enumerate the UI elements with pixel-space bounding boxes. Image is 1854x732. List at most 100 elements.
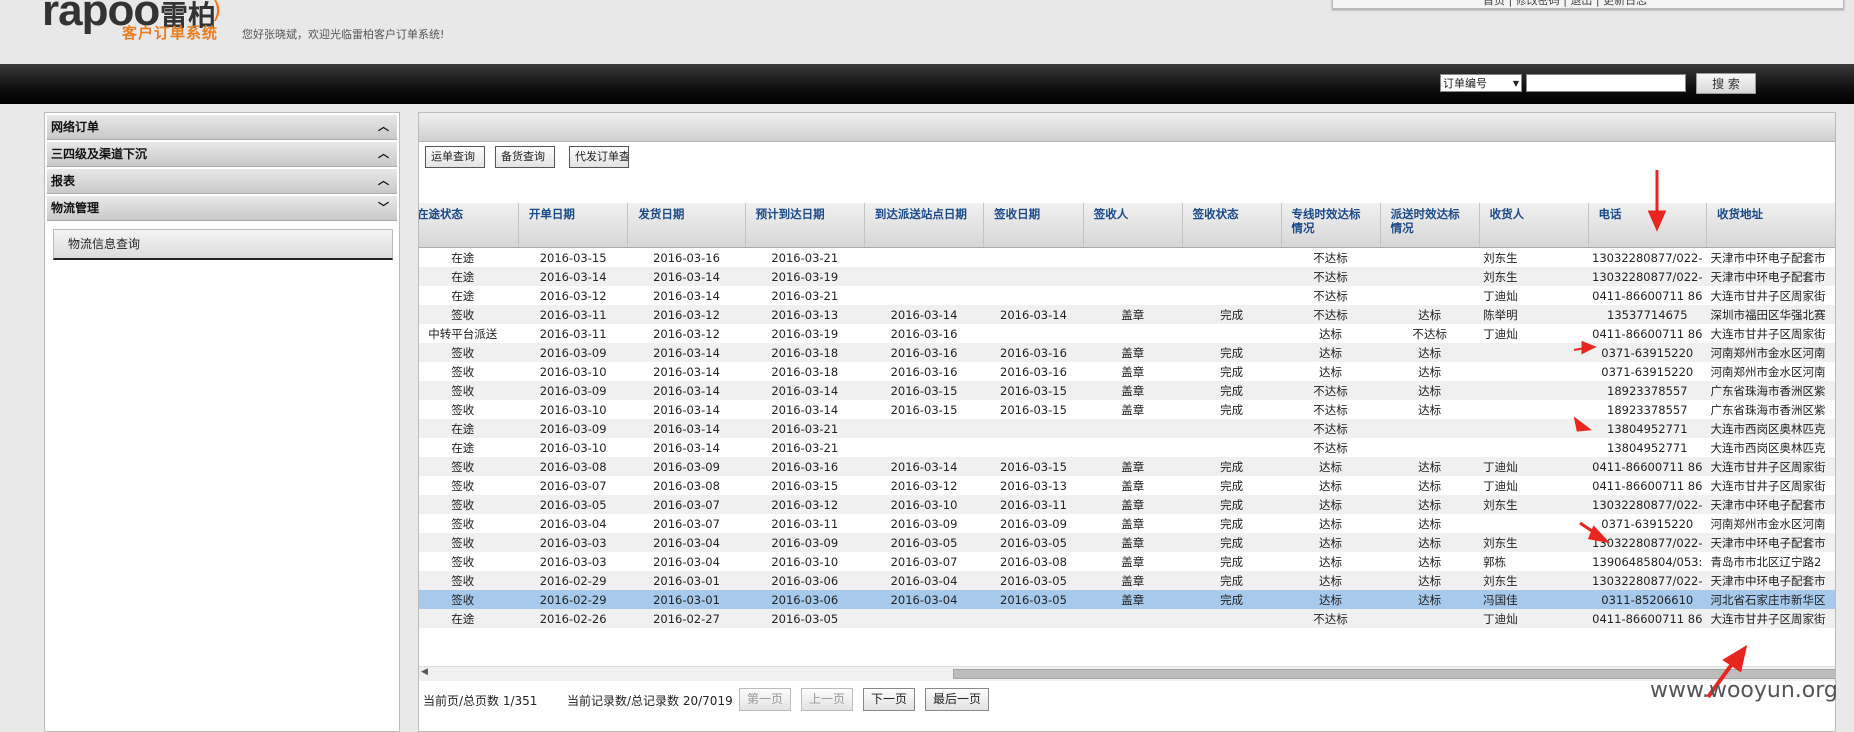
search-input[interactable]	[1526, 74, 1686, 92]
table-cell: 2016-03-15	[864, 400, 984, 419]
table-cell	[1182, 267, 1282, 286]
search-field-select[interactable]: 订单编号 ▼	[1440, 74, 1522, 92]
search-select-value: 订单编号	[1443, 77, 1487, 90]
column-header[interactable]: 收货地址	[1706, 203, 1835, 248]
table-row[interactable]: 在途 2016-02-26 2016-02-27 2016-03-05 不达标 丁迪灿 04…	[419, 609, 1835, 628]
next-page-button[interactable]: 下一页	[863, 688, 916, 711]
table-cell: 2016-03-03	[518, 552, 628, 571]
table-cell: 盖章	[1083, 381, 1183, 400]
table-row-selected[interactable]: 签收 2016-02-29 2016-03-01 2016-03-06 2016-03-…	[419, 590, 1835, 609]
table-cell: 大连市甘井子区周家街	[1706, 476, 1835, 495]
sidebar-section-label: 三四级及渠道下沉	[51, 147, 148, 161]
table-cell: 达标	[1380, 476, 1480, 495]
sidebar-item-logistics-query[interactable]: 物流信息查询	[53, 229, 393, 260]
table-cell: 丁迪灿	[1479, 324, 1589, 343]
table-body: 在途 2016-03-15 2016-03-16 2016-03-21 不达标 刘东生 13…	[419, 247, 1835, 628]
table-row[interactable]: 在途 2016-03-15 2016-03-16 2016-03-21 不达标 刘东生 13…	[419, 247, 1835, 267]
table-cell	[864, 438, 984, 457]
scroll-left-arrow-icon[interactable]: ◀	[421, 667, 428, 677]
table-row[interactable]: 签收 2016-03-09 2016-03-14 2016-03-18 2016-03-…	[419, 343, 1835, 362]
table-cell: 广东省珠海市香洲区紫	[1706, 400, 1835, 419]
table-cell: 完成	[1182, 571, 1282, 590]
sidebar-section-online-orders[interactable]: 网络订单 ︿	[47, 115, 397, 140]
table-cell: 2016-03-12	[627, 324, 746, 343]
table-cell: 盖章	[1083, 457, 1183, 476]
column-header[interactable]: 签收人	[1083, 203, 1183, 248]
main-panel: 运单查询 备货查询 代发订单查 在途状态 开单日期 发货日期 预计到达日期 到达派送站点…	[418, 112, 1836, 732]
table-cell	[983, 609, 1084, 628]
table-row[interactable]: 签收 2016-03-07 2016-03-08 2016-03-15 2016-03-…	[419, 476, 1835, 495]
table-cell: 完成	[1182, 514, 1282, 533]
table-cell: 盖章	[1083, 514, 1183, 533]
table-cell: 2016-03-08	[518, 457, 628, 476]
top-links[interactable]: 首页 | 修改密码 | 退出 | 更新日志	[1483, 0, 1647, 8]
column-header[interactable]: 在途状态	[419, 203, 519, 248]
table-cell: 签收	[419, 533, 519, 552]
table-cell: 2016-03-07	[518, 476, 628, 495]
table-row[interactable]: 签收 2016-03-10 2016-03-14 2016-03-14 2016-03-…	[419, 400, 1835, 419]
table-cell	[1182, 438, 1282, 457]
table-cell: 2016-03-07	[864, 552, 984, 571]
first-page-button[interactable]: 第一页	[739, 688, 792, 711]
table-cell	[983, 419, 1084, 438]
column-header[interactable]: 发货日期	[627, 203, 746, 248]
sidebar-section-logistics[interactable]: 物流管理 ﹀	[47, 196, 397, 221]
table-row[interactable]: 签收 2016-03-04 2016-03-07 2016-03-11 2016-03-…	[419, 514, 1835, 533]
table-cell: 签收	[419, 400, 519, 419]
table-cell	[1083, 324, 1183, 343]
table-row[interactable]: 签收 2016-03-05 2016-03-07 2016-03-12 2016-03-…	[419, 495, 1835, 514]
table-cell: 大连市甘井子区周家街	[1706, 286, 1835, 305]
tab-waybill-query[interactable]: 运单查询	[425, 146, 485, 168]
table-cell: 2016-03-15	[983, 400, 1084, 419]
table-cell: 2016-03-09	[983, 514, 1084, 533]
tab-stock-query[interactable]: 备货查询	[495, 146, 555, 168]
column-header[interactable]: 开单日期	[518, 203, 629, 248]
table-row[interactable]: 签收 2016-03-09 2016-03-14 2016-03-14 2016-03-…	[419, 381, 1835, 400]
table-cell: 2016-03-12	[518, 286, 628, 305]
sidebar-section-channel[interactable]: 三四级及渠道下沉 ︿	[47, 142, 397, 167]
table-row[interactable]: 在途 2016-03-12 2016-03-14 2016-03-21 不达标 丁迪灿 04…	[419, 286, 1835, 305]
table-cell: 在途	[419, 267, 519, 286]
table-cell: 2016-03-08	[983, 552, 1084, 571]
column-header[interactable]: 电话	[1588, 203, 1708, 248]
table-cell: 2016-03-04	[627, 552, 746, 571]
sidebar-section-reports[interactable]: 报表 ︿	[47, 169, 397, 194]
table-row[interactable]: 签收 2016-03-03 2016-03-04 2016-03-10 2016-03-…	[419, 552, 1835, 571]
tab-dropship-query[interactable]: 代发订单查	[569, 146, 629, 168]
column-header[interactable]: 签收日期	[983, 203, 1084, 248]
column-header[interactable]: 专线时效达标情况	[1281, 203, 1381, 248]
table-cell: 2016-03-14	[864, 457, 984, 476]
table-row[interactable]: 签收 2016-03-11 2016-03-12 2016-03-13 2016-03-…	[419, 305, 1835, 324]
table-cell: 2016-03-09	[864, 514, 984, 533]
table-row[interactable]: 签收 2016-03-08 2016-03-09 2016-03-16 2016-03-…	[419, 457, 1835, 476]
horizontal-scrollbar[interactable]: ◀	[419, 666, 1835, 681]
column-header[interactable]: 收货人	[1479, 203, 1589, 248]
table-cell: 2016-03-15	[983, 381, 1084, 400]
table-cell: 完成	[1182, 305, 1282, 324]
column-header[interactable]: 派送时效达标情况	[1380, 203, 1480, 248]
table-cell	[1479, 381, 1589, 400]
table-cell: 盖章	[1083, 495, 1183, 514]
prev-page-button[interactable]: 上一页	[801, 688, 854, 711]
last-page-button[interactable]: 最后一页	[925, 688, 990, 711]
table-row[interactable]: 签收 2016-03-10 2016-03-14 2016-03-18 2016-03-…	[419, 362, 1835, 381]
table-row[interactable]: 在途 2016-03-09 2016-03-14 2016-03-21 不达标 13804…	[419, 419, 1835, 438]
table-row[interactable]: 在途 2016-03-10 2016-03-14 2016-03-21 不达标 13804…	[419, 438, 1835, 457]
table-row[interactable]: 在途 2016-03-14 2016-03-14 2016-03-19 不达标 刘东生 13…	[419, 267, 1835, 286]
table-cell: 13032280877/022-	[1588, 571, 1707, 590]
table-cell: 2016-03-06	[745, 571, 865, 590]
search-button[interactable]: 搜 索	[1696, 73, 1756, 94]
table-cell: 达标	[1380, 552, 1480, 571]
table-row[interactable]: 签收 2016-02-29 2016-03-01 2016-03-06 2016-03-…	[419, 571, 1835, 590]
table-cell: 达标	[1281, 343, 1381, 362]
table-cell: 河北省石家庄市新华区	[1706, 590, 1835, 609]
table-cell: 2016-03-14	[518, 267, 628, 286]
table-cell: 达标	[1380, 457, 1480, 476]
table-row[interactable]: 中转平台派送 2016-03-11 2016-03-12 2016-03-19 2016…	[419, 324, 1835, 343]
table-row[interactable]: 签收 2016-03-03 2016-03-04 2016-03-09 2016-03-…	[419, 533, 1835, 552]
column-header[interactable]: 到达派送站点日期	[864, 203, 985, 248]
table-cell: 深圳市福田区华强北赛	[1706, 305, 1835, 324]
table-cell: 13032280877/022-	[1588, 267, 1707, 286]
column-header[interactable]: 预计到达日期	[745, 203, 865, 248]
column-header[interactable]: 签收状态	[1182, 203, 1282, 248]
